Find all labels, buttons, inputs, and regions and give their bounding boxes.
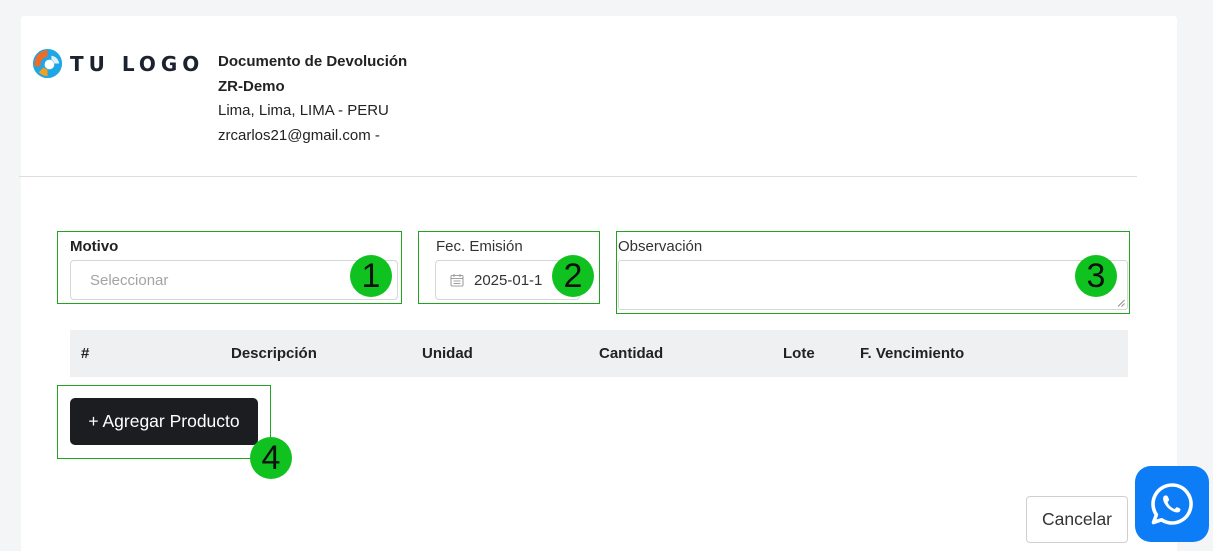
motivo-select[interactable]: Seleccionar	[70, 260, 398, 300]
whatsapp-button[interactable]	[1135, 466, 1209, 542]
annotation-badge-3: 3	[1075, 255, 1117, 297]
observacion-label: Observación	[618, 238, 703, 255]
company-info: Documento de Devolución ZR-Demo Lima, Li…	[218, 50, 407, 148]
logo-text: TU LOGO	[70, 51, 205, 76]
fecha-label: Fec. Emisión	[436, 238, 523, 255]
observacion-textarea[interactable]	[618, 260, 1128, 310]
products-table-header: # Descripción Unidad Cantidad Lote F. Ve…	[70, 330, 1128, 377]
resize-grip-icon[interactable]	[1117, 299, 1125, 307]
logo-icon	[32, 48, 63, 79]
motivo-label: Motivo	[70, 238, 119, 255]
fecha-value: 2025-01-1	[474, 271, 543, 289]
header-divider	[19, 176, 1137, 177]
company-logo: TU LOGO	[31, 47, 204, 80]
whatsapp-icon	[1151, 483, 1193, 525]
annotation-badge-4: 4	[250, 437, 292, 479]
annotation-badge-2: 2	[552, 255, 594, 297]
motivo-placeholder: Seleccionar	[90, 271, 169, 289]
column-header-descripcion: Descripción	[231, 345, 317, 362]
document-title: Documento de Devolución	[218, 53, 408, 70]
company-email: zrcarlos21@gmail.com -	[218, 126, 380, 144]
company-name: ZR-Demo	[218, 77, 285, 95]
company-address: Lima, Lima, LIMA - PERU	[218, 102, 389, 119]
column-header-cantidad: Cantidad	[599, 345, 664, 362]
cancel-button[interactable]: Cancelar	[1026, 496, 1128, 543]
add-product-button[interactable]: + Agregar Producto	[70, 398, 258, 445]
column-header-number: #	[81, 345, 90, 362]
column-header-vencimiento: F. Vencimiento	[860, 345, 965, 362]
column-header-unidad: Unidad	[422, 345, 473, 362]
column-header-lote: Lote	[783, 345, 815, 362]
annotation-badge-1: 1	[350, 255, 392, 297]
calendar-icon	[450, 274, 464, 287]
